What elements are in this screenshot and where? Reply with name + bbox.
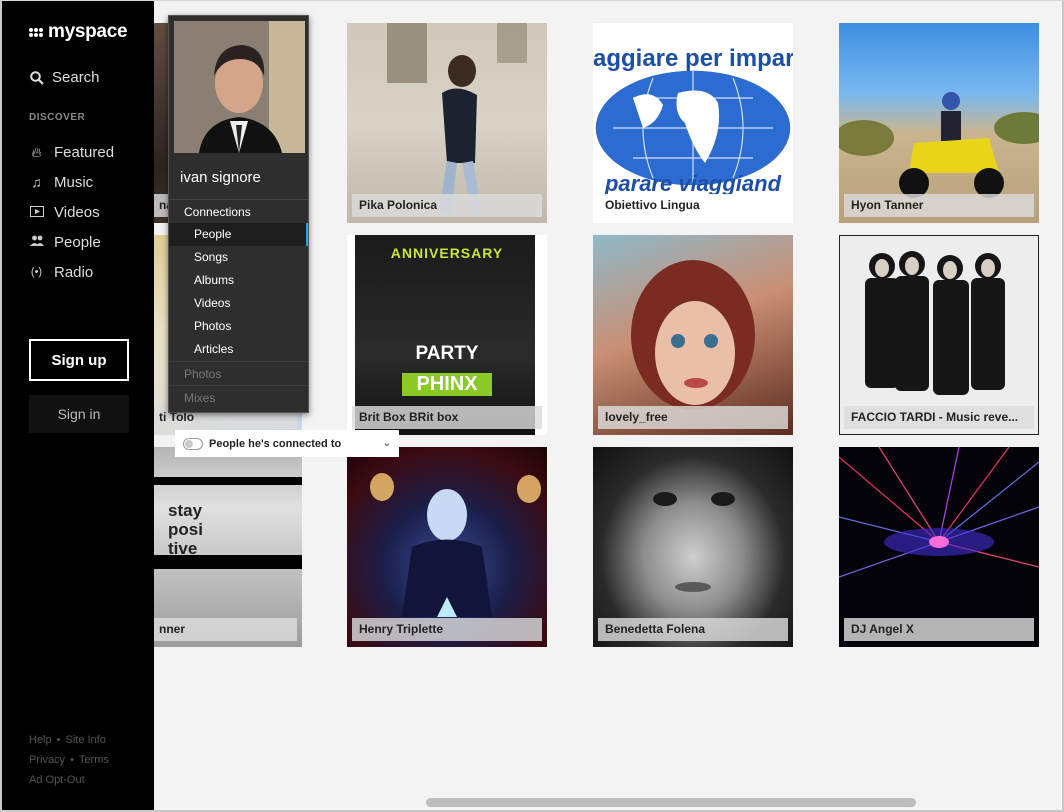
profile-tile[interactable]: lovely_free (593, 235, 793, 435)
menu-item-photos-section[interactable]: Photos (169, 361, 308, 385)
poster-party-text: PARTY (415, 343, 479, 364)
nav-item-music[interactable]: ♫ Music (29, 167, 114, 197)
connections-filter-toggle[interactable]: People he's connected to ⌄ (175, 430, 399, 457)
footer-links-row-3: Ad Opt-Out (29, 774, 85, 786)
radio-icon: (•) (30, 266, 43, 278)
nav-item-videos[interactable]: Videos (29, 197, 114, 227)
discover-nav: 🔥︎ Featured ♫ Music Videos People (•) Ra… (29, 137, 114, 287)
privacy-link[interactable]: Privacy (29, 754, 65, 766)
search-nav-item[interactable]: Search (30, 69, 100, 86)
toggle-label: People he's connected to (209, 437, 342, 450)
shirt-text: stay posi tive (168, 501, 203, 558)
nav-item-label: Videos (54, 203, 100, 221)
poster-phinx-text: PHINX (402, 373, 492, 396)
menu-item-videos[interactable]: Videos (169, 292, 308, 315)
tile-caption: Benedetta Folena (598, 618, 788, 641)
poster-anniversary-text: ANNIVERSARY (390, 245, 504, 261)
profile-photo (839, 23, 1039, 223)
tile-caption: Henry Triplette (352, 618, 542, 641)
help-link[interactable]: Help (29, 734, 52, 746)
footer-links-row-2: Privacy • Terms (29, 754, 109, 766)
profile-photo: ANNIVERSARY PARTY PHINX (347, 235, 547, 435)
music-note-icon: ♫ (31, 174, 42, 190)
tile-caption: Brit Box BRit box (352, 406, 542, 429)
connections-heading[interactable]: Connections (169, 199, 308, 223)
footer-separator: • (70, 754, 74, 766)
tile-caption: Hyon Tanner (844, 194, 1034, 217)
discover-heading: DISCOVER (29, 112, 86, 123)
toggle-switch-icon[interactable] (183, 437, 203, 450)
nav-item-label: Radio (54, 263, 94, 281)
profile-tile[interactable]: ANNIVERSARY PARTY PHINX Brit Box BRit bo… (347, 235, 547, 435)
sign-up-button[interactable]: Sign up (29, 339, 129, 381)
sidebar: myspace Search DISCOVER 🔥︎ Featured ♫ Mu… (2, 1, 154, 812)
nav-item-people[interactable]: People (29, 227, 114, 257)
site-info-link[interactable]: Site Info (65, 734, 105, 746)
search-label: Search (52, 69, 100, 86)
menu-item-albums[interactable]: Albums (169, 269, 308, 292)
search-icon (30, 70, 44, 85)
nav-item-label: Featured (54, 143, 115, 161)
horizontal-scrollbar[interactable] (426, 798, 916, 807)
menu-item-mixes[interactable]: Mixes (169, 385, 308, 409)
menu-item-people[interactable]: People (169, 223, 308, 246)
tile-caption: Pika Polonica (352, 194, 542, 217)
tile-caption: FACCIO TARDI - Music reve... (844, 406, 1034, 429)
menu-item-photos[interactable]: Photos (169, 315, 308, 338)
connections-menu: People Songs Albums Videos Photos Articl… (169, 223, 308, 361)
nav-item-label: Music (54, 173, 94, 191)
profile-tile[interactable]: Benedetta Folena (593, 447, 793, 647)
profile-name: ivan signore (180, 169, 261, 186)
profile-photo (839, 447, 1039, 647)
profile-tile[interactable]: FACCIO TARDI - Music reve... (839, 235, 1039, 435)
tile-caption: DJ Angel X (844, 618, 1034, 641)
footer-separator: • (56, 734, 61, 746)
logo-text: myspace (48, 21, 128, 42)
profile-tile[interactable]: Henry Triplette (347, 447, 547, 647)
profile-photo (347, 447, 547, 647)
profile-photo (593, 235, 793, 435)
chevron-down-icon[interactable]: ⌄ (383, 438, 391, 449)
myspace-logo-icon (29, 27, 43, 37)
nav-item-label: People (54, 233, 101, 251)
tile-caption: lovely_free (598, 406, 788, 429)
logo-text-top: aggiare per impara (593, 45, 793, 72)
terms-link[interactable]: Terms (79, 754, 109, 766)
nav-item-radio[interactable]: (•) Radio (29, 257, 114, 287)
nav-item-featured[interactable]: 🔥︎ Featured (29, 137, 114, 167)
menu-item-songs[interactable]: Songs (169, 246, 308, 269)
profile-popup-menu: ivan signore Connections People Songs Al… (168, 15, 309, 413)
profile-photo (593, 447, 793, 647)
myspace-logo[interactable]: myspace (29, 21, 128, 43)
menu-item-articles[interactable]: Articles (169, 338, 308, 361)
profile-tile[interactable]: Pika Polonica (347, 23, 547, 223)
profile-tile[interactable]: DJ Angel X (839, 447, 1039, 647)
profile-photo (839, 235, 1039, 435)
profile-photo (347, 23, 547, 223)
video-icon (29, 204, 44, 220)
profile-tile[interactable]: aggiare per impara parare viaggiand Obie… (593, 23, 793, 223)
tile-caption: Obiettivo Lingua (598, 194, 788, 217)
sign-in-button[interactable]: Sign in (29, 395, 129, 433)
footer-links-row-1: Help • Site Info (29, 734, 106, 746)
people-icon (29, 234, 44, 250)
avatar[interactable] (174, 21, 305, 153)
profile-tile[interactable]: Hyon Tanner (839, 23, 1039, 223)
profile-photo: aggiare per impara parare viaggiand (593, 23, 793, 223)
ad-opt-out-link[interactable]: Ad Opt-Out (29, 774, 85, 786)
flame-icon: 🔥︎ (31, 143, 42, 160)
